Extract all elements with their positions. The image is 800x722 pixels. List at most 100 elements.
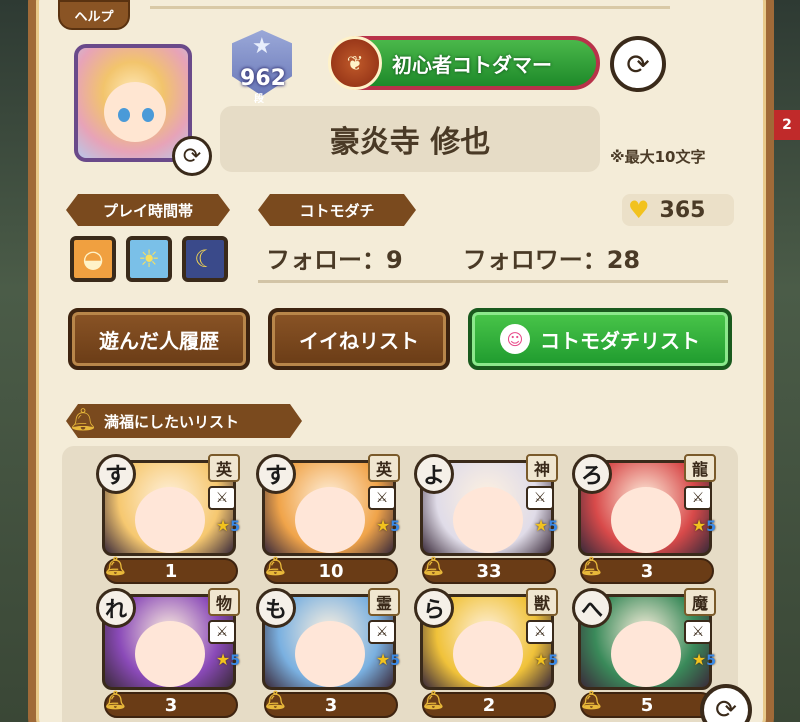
sword-icon: ⚔ xyxy=(368,486,396,510)
side-notification-badge: 2 xyxy=(774,110,800,140)
wish-count: 🔔︎ 2 xyxy=(422,690,556,718)
wishlist-card[interactable]: れ 物 ⚔ ★5 🔔︎ 3 xyxy=(96,588,242,720)
sprout-medal-icon: ❦ xyxy=(328,36,382,90)
play-time-icons: ◒ ☀ ☾ xyxy=(70,236,228,282)
character-face xyxy=(135,487,205,553)
race-badge: 魔 xyxy=(684,588,716,616)
rarity-number: 5 xyxy=(548,653,558,669)
bell-icon: 🔔︎ xyxy=(580,690,603,711)
rarity-stars: ★5 xyxy=(215,650,240,669)
wishlist-card[interactable]: よ 神 ⚔ ★5 🔔︎ 33 xyxy=(414,454,560,586)
star-icon: ★ xyxy=(252,34,272,59)
character-face xyxy=(611,487,681,553)
wishlist-card[interactable]: す 英 ⚔ ★5 🔔︎ 10 xyxy=(256,454,402,586)
avatar-face xyxy=(104,82,166,142)
character-face xyxy=(295,487,365,553)
refresh-icon: ⟳ xyxy=(715,695,737,722)
sword-icon: ⚔ xyxy=(368,620,396,644)
rarity-number: 5 xyxy=(390,519,400,535)
wish-count-value: 10 xyxy=(318,560,344,582)
wishlist-card[interactable]: ろ 龍 ⚔ ★5 🔔︎ 3 xyxy=(572,454,718,586)
kotomodachi-tag: コトモダチ xyxy=(258,194,416,226)
avatar-eye-left xyxy=(118,108,130,122)
race-badge: 獣 xyxy=(526,588,558,616)
character-initial: す xyxy=(96,454,136,494)
character-initial: す xyxy=(256,454,296,494)
avatar-change-button[interactable]: ⟳ xyxy=(172,136,212,176)
character-initial: へ xyxy=(572,588,612,628)
rarity-stars: ★5 xyxy=(533,650,558,669)
bell-icon: 🔔︎ xyxy=(264,556,287,577)
wish-count-value: 2 xyxy=(482,694,496,716)
character-initial: ろ xyxy=(572,454,612,494)
wishlist-card[interactable]: ら 獣 ⚔ ★5 🔔︎ 2 xyxy=(414,588,560,720)
race-badge: 龍 xyxy=(684,454,716,482)
rarity-number: 5 xyxy=(548,519,558,535)
race-badge: 神 xyxy=(526,454,558,482)
race-badge: 英 xyxy=(368,454,400,482)
friend-list-button[interactable]: ☺ コトモダチリスト xyxy=(468,308,732,370)
character-face xyxy=(453,621,523,687)
top-divider xyxy=(150,6,670,9)
rarity-stars: ★5 xyxy=(375,650,400,669)
race-badge: 英 xyxy=(208,454,240,482)
bell-icon: 🔔︎ xyxy=(264,690,287,711)
background-right xyxy=(770,0,800,722)
played-history-label: 遊んだ人履歴 xyxy=(99,328,219,353)
bell-icon: 🔔︎ xyxy=(422,556,445,577)
wish-count: 🔔︎ 3 xyxy=(580,556,714,584)
wishlist-card[interactable]: も 霊 ⚔ ★5 🔔︎ 3 xyxy=(256,588,402,720)
wish-count-value: 1 xyxy=(164,560,178,582)
rarity-stars: ★5 xyxy=(691,516,716,535)
help-label: ヘルプ xyxy=(74,10,114,25)
character-initial: よ xyxy=(414,454,454,494)
like-list-button[interactable]: イイねリスト xyxy=(268,308,450,370)
character-face xyxy=(611,621,681,687)
played-history-button[interactable]: 遊んだ人履歴 xyxy=(68,308,250,370)
sword-icon: ⚔ xyxy=(684,620,712,644)
wishlist-card[interactable]: へ 魔 ⚔ ★5 🔔︎ 5 xyxy=(572,588,718,720)
rarity-number: 5 xyxy=(706,653,716,669)
rarity-stars: ★5 xyxy=(533,516,558,535)
sword-icon: ⚔ xyxy=(208,486,236,510)
play-time-label: プレイ時間帯 xyxy=(102,201,193,220)
bell-icon: 🔔︎ xyxy=(104,556,127,577)
like-list-label: イイねリスト xyxy=(299,328,419,353)
rarity-number: 5 xyxy=(706,519,716,535)
wish-count: 🔔︎ 5 xyxy=(580,690,714,718)
character-initial: も xyxy=(256,588,296,628)
moon-icon: ☾ xyxy=(182,236,228,282)
character-face xyxy=(135,621,205,687)
follow-divider xyxy=(258,280,728,283)
follow-count: フォロー：9 xyxy=(266,246,403,274)
heart-icon: ♥ xyxy=(628,196,650,224)
name-length-note: ※最大10文字 xyxy=(610,148,706,166)
rank-number: 962 xyxy=(240,66,286,91)
player-name[interactable]: 豪炎寺 修也 xyxy=(220,106,600,172)
title-badge[interactable]: ❦ 初心者コトダマー xyxy=(328,36,600,90)
sword-icon: ⚔ xyxy=(526,620,554,644)
wish-count: 🔔︎ 33 xyxy=(422,556,556,584)
rarity-stars: ★5 xyxy=(375,516,400,535)
like-count-value: 365 xyxy=(659,197,706,223)
mascot-icon: ☺ xyxy=(500,324,530,354)
wishlist-card[interactable]: す 英 ⚔ ★5 🔔︎ 1 xyxy=(96,454,242,586)
sunrise-icon: ◒ xyxy=(70,236,116,282)
title-change-button[interactable]: ⟳ xyxy=(610,36,666,92)
friend-list-label: コトモダチリスト xyxy=(540,328,700,353)
wish-count: 🔔︎ 1 xyxy=(104,556,238,584)
rarity-stars: ★5 xyxy=(691,650,716,669)
character-initial: ら xyxy=(414,588,454,628)
wish-count: 🔔︎ 3 xyxy=(104,690,238,718)
wishlist-label: 満福にしたいリスト xyxy=(104,412,240,431)
rarity-number: 5 xyxy=(230,519,240,535)
kotomodachi-label: コトモダチ xyxy=(299,201,375,220)
help-button[interactable]: ヘルプ xyxy=(58,0,130,30)
sword-icon: ⚔ xyxy=(526,486,554,510)
avatar-eye-right xyxy=(142,108,154,122)
bell-icon: 🔔︎ xyxy=(104,690,127,711)
play-time-tag: プレイ時間帯 xyxy=(66,194,230,226)
wish-count-value: 3 xyxy=(324,694,338,716)
wish-count-value: 5 xyxy=(640,694,654,716)
character-face xyxy=(295,621,365,687)
